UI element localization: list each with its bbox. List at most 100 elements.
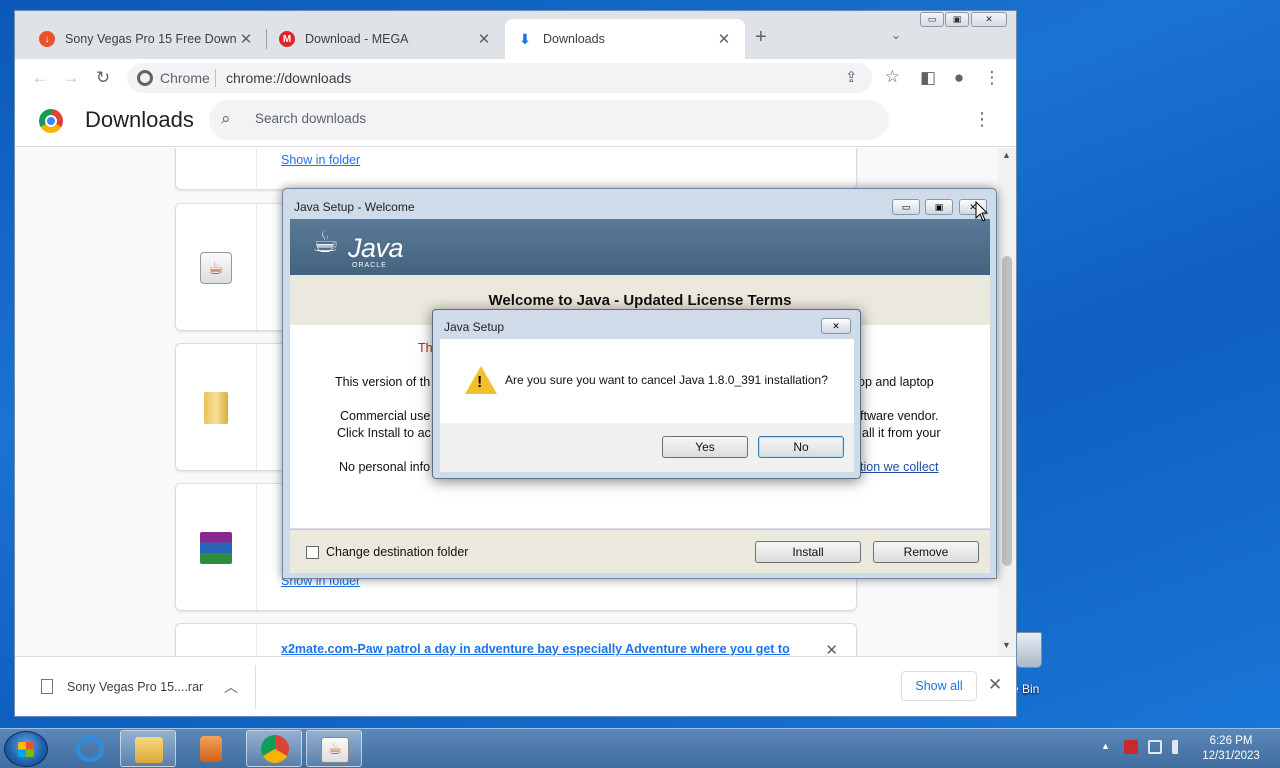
java-cup-icon: ☕ <box>312 226 339 259</box>
remove-download-icon[interactable]: ✕ <box>825 641 838 656</box>
media-player-icon <box>200 736 222 762</box>
omnibox[interactable]: Chrome chrome://downloads ⇪ ☆ <box>127 63 900 93</box>
taskbar-explorer[interactable] <box>120 730 176 767</box>
scroll-down-icon[interactable]: ▼ <box>1002 640 1011 650</box>
change-destination-label[interactable]: Change destination folder <box>326 545 468 559</box>
taskbar-media-player[interactable] <box>182 730 238 767</box>
license-text: Commercial use <box>340 409 431 423</box>
java-file-icon: ☕ <box>200 252 232 284</box>
scroll-up-icon[interactable]: ▲ <box>1002 150 1011 160</box>
start-button[interactable] <box>4 731 48 767</box>
cancel-confirm-dialog: Java Setup ✕ ! Are you sure you want to … <box>432 309 861 479</box>
side-panel-icon[interactable]: ◧ <box>915 65 941 91</box>
tab-close-icon[interactable]: ✕ <box>237 30 255 48</box>
license-text: op and laptop <box>858 375 934 389</box>
change-destination-checkbox[interactable] <box>306 546 319 559</box>
card-icon-column <box>176 624 257 656</box>
download-file-link[interactable]: x2mate.com-Paw patrol a day in adventure… <box>281 642 790 656</box>
chevron-up-icon[interactable]: ︿ <box>224 677 238 697</box>
show-hidden-icons-icon[interactable]: ▲ <box>1101 741 1110 751</box>
downloads-search-input[interactable]: ⌕ Search downloads <box>209 100 889 140</box>
download-shelf: Sony Vegas Pro 15....rar ︿ Show all ✕ <box>15 656 1016 716</box>
recycle-bin-icon <box>1016 632 1042 668</box>
recycle-bin-desktop-icon[interactable]: e Bin <box>1012 630 1072 700</box>
omnibox-separator <box>215 69 216 87</box>
tab-downloads[interactable]: ⬇ Downloads ✕ <box>505 19 745 59</box>
dialog-buttons: Yes No <box>440 423 854 472</box>
download-card: x2mate.com-Paw patrol a day in adventure… <box>175 623 857 656</box>
download-site-icon: ↓ <box>39 31 55 47</box>
close-window-button[interactable]: ✕ <box>971 12 1007 27</box>
show-all-button[interactable]: Show all <box>901 671 977 701</box>
tab-strip: ↓ Sony Vegas Pro 15 Free Downloa ✕ M Dow… <box>15 11 1016 59</box>
chrome-site-icon <box>137 70 153 86</box>
scroll-thumb[interactable] <box>1002 256 1012 566</box>
license-text: This version of th <box>335 375 431 389</box>
reload-icon[interactable]: ↻ <box>90 65 116 91</box>
yes-button[interactable]: Yes <box>662 436 748 458</box>
folder-icon <box>135 737 163 763</box>
download-card: Show in folder <box>175 148 857 190</box>
close-shelf-icon[interactable]: ✕ <box>988 675 1002 695</box>
card-icon-column <box>176 484 257 610</box>
profile-avatar-icon[interactable]: ● <box>946 65 972 91</box>
search-icon: ⌕ <box>221 109 231 128</box>
url-text[interactable]: chrome://downloads <box>226 70 351 86</box>
chrome-logo-icon <box>39 109 63 133</box>
welcome-heading: Welcome to Java - Updated License Terms <box>488 292 792 309</box>
bookmark-star-icon[interactable]: ☆ <box>885 67 900 87</box>
back-icon[interactable]: ← <box>27 65 53 91</box>
java-setup-footer: Change destination folder Install Remove <box>290 529 990 573</box>
tab-close-icon[interactable]: ✕ <box>715 30 733 48</box>
java-logo-text: Java <box>348 233 404 263</box>
window-title: Java Setup - Welcome <box>294 200 415 214</box>
forward-icon[interactable]: → <box>58 65 84 91</box>
java-banner: ☕ Java ORACLE <box>290 219 990 275</box>
minimize-button[interactable]: ▭ <box>920 12 944 27</box>
minimize-button[interactable]: ▭ <box>892 199 920 215</box>
windows-logo-icon <box>18 742 34 757</box>
browser-menu-icon[interactable]: ⋮ <box>979 65 1005 91</box>
system-clock[interactable]: 6:26 PM 12/31/2023 <box>1196 734 1266 764</box>
license-text: all it from your <box>862 426 941 440</box>
taskbar: ☕ ▲ 6:26 PM 12/31/2023 <box>0 728 1280 768</box>
dialog-close-button[interactable]: ✕ <box>821 318 851 334</box>
clock-date: 12/31/2023 <box>1202 750 1260 762</box>
tab-close-icon[interactable]: ✕ <box>475 30 493 48</box>
install-button[interactable]: Install <box>755 541 861 563</box>
dialog-body: ! Are you sure you want to cancel Java 1… <box>440 339 854 423</box>
restore-button[interactable]: ▣ <box>945 12 969 27</box>
no-button[interactable]: No <box>758 436 844 458</box>
share-icon[interactable]: ⇪ <box>845 68 858 86</box>
taskbar-java-setup[interactable]: ☕ <box>306 730 362 767</box>
remove-button[interactable]: Remove <box>873 541 979 563</box>
shelf-filename[interactable]: Sony Vegas Pro 15....rar <box>67 680 203 694</box>
zip-folder-icon <box>204 392 228 424</box>
mouse-cursor-icon <box>975 201 989 222</box>
privacy-link[interactable]: tion we collect <box>860 460 939 474</box>
downloads-more-icon[interactable]: ⋮ <box>973 109 991 130</box>
browser-toolbar: ← → ↻ Chrome chrome://downloads ⇪ ☆ ◧ ● … <box>15 59 1016 97</box>
action-center-flag-icon[interactable] <box>1124 740 1138 754</box>
show-in-folder-link[interactable]: Show in folder <box>281 153 360 167</box>
download-arrow-icon: ⬇ <box>519 30 531 47</box>
restore-button[interactable]: ▣ <box>925 199 953 215</box>
internet-explorer-icon <box>76 736 104 762</box>
card-icon-column <box>176 148 257 189</box>
license-text: ftware vendor. <box>860 409 939 423</box>
java-icon: ☕ <box>321 737 349 763</box>
taskbar-ie[interactable] <box>62 730 118 767</box>
shelf-divider <box>255 665 256 709</box>
volume-muted-icon[interactable] <box>1172 740 1186 754</box>
new-tab-button[interactable]: + <box>755 26 767 49</box>
tab-mega[interactable]: M Download - MEGA ✕ <box>267 19 505 59</box>
tab-search-chevron-icon[interactable]: ⌄ <box>891 28 901 42</box>
oracle-logo-text: ORACLE <box>352 262 387 269</box>
card-icon-column: ☕ <box>176 204 257 330</box>
mega-icon: M <box>279 31 295 47</box>
taskbar-chrome[interactable] <box>246 730 302 767</box>
license-text: Click Install to ac <box>337 426 431 440</box>
tab-sony-vegas[interactable]: ↓ Sony Vegas Pro 15 Free Downloa ✕ <box>27 19 267 59</box>
network-icon[interactable] <box>1148 740 1162 754</box>
page-scrollbar[interactable]: ▲ ▼ <box>998 148 1016 656</box>
